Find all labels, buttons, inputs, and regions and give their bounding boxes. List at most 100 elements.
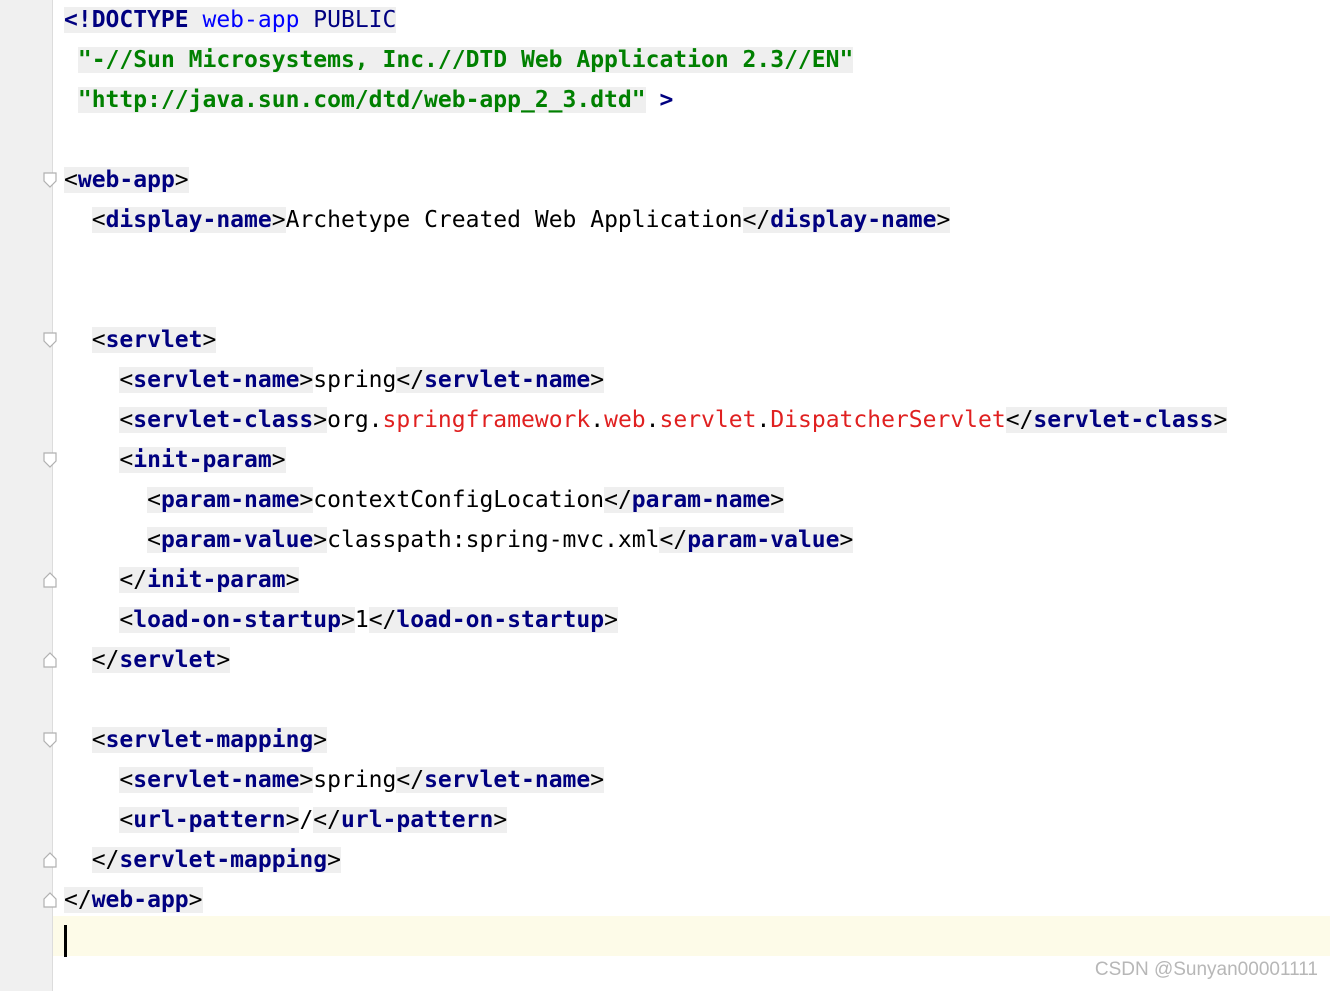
code-editor[interactable]: <!DOCTYPE web-app PUBLIC "-//Sun Microsy… [43, 0, 1330, 960]
load-on-startup-open-tag: <load-on-startup> [119, 607, 355, 633]
code-line-5[interactable]: <web-app> [43, 160, 1330, 200]
tag-name: display-name [770, 207, 937, 233]
fold-open-icon[interactable] [43, 452, 57, 468]
tag-name: display-name [105, 207, 272, 233]
code-line-4[interactable] [64, 120, 1330, 160]
fold-close-icon[interactable] [43, 652, 57, 668]
doctype-keyword: <!DOCTYPE [64, 7, 189, 33]
param-name-value: contextConfigLocation [313, 487, 605, 513]
web-app-close-tag: </web-app> [64, 887, 203, 913]
code-line-3[interactable]: "http://java.sun.com/dtd/web-app_2_3.dtd… [64, 80, 1330, 120]
tag-name: param-name [160, 487, 300, 513]
tag-name: servlet-name [424, 367, 591, 393]
tag-name: init-param [133, 447, 272, 473]
class-package-part[interactable]: springframework [383, 407, 591, 433]
tag-name: servlet-mapping [105, 727, 314, 753]
fold-close-icon[interactable] [43, 852, 57, 868]
code-line-20[interactable]: <servlet-name>spring</servlet-name> [64, 760, 1330, 800]
servlet-open-tag: <servlet> [91, 327, 217, 353]
servlet-name-close-tag: </servlet-name> [396, 767, 605, 793]
code-line-14[interactable]: <param-value>classpath:spring-mvc.xml</p… [64, 520, 1330, 560]
tag-name: param-value [160, 527, 314, 553]
fold-open-icon[interactable] [43, 332, 57, 348]
code-line-2[interactable]: "-//Sun Microsystems, Inc.//DTD Web Appl… [64, 40, 1330, 80]
servlet-name-open-tag: <servlet-name> [119, 367, 314, 393]
code-line-17[interactable]: </servlet> [43, 640, 1330, 680]
code-line-13[interactable]: <param-name>contextConfigLocation</param… [64, 480, 1330, 520]
code-line-16[interactable]: <load-on-startup>1</load-on-startup> [64, 600, 1330, 640]
tag-name: web-app [77, 167, 175, 193]
doctype-close: > [659, 87, 674, 113]
tag-name: param-value [687, 527, 840, 553]
url-pattern-close-tag: </url-pattern> [313, 807, 508, 833]
fold-open-icon[interactable] [43, 732, 57, 748]
servlet-name-value: spring [313, 367, 397, 393]
text-cursor [64, 924, 67, 957]
doctype-public-id: "-//Sun Microsystems, Inc.//DTD Web Appl… [77, 47, 854, 73]
tag-name: init-param [147, 567, 286, 593]
tag-name: load-on-startup [133, 607, 341, 633]
code-line-23[interactable]: </web-app> [43, 880, 1330, 920]
tag-name: url-pattern [341, 807, 494, 833]
param-value-close-tag: </param-value> [659, 527, 854, 553]
servlet-mapping-close-tag: </servlet-mapping> [91, 847, 341, 873]
tag-name: servlet [119, 647, 217, 673]
mapping-servlet-name-value: spring [313, 767, 397, 793]
servlet-class-open-tag: <servlet-class> [119, 407, 328, 433]
watermark: CSDN @Sunyan00001111 [1094, 959, 1318, 980]
init-param-close-tag: </init-param> [119, 567, 300, 593]
tag-name: url-pattern [133, 807, 286, 833]
tag-name: servlet-class [1033, 407, 1214, 433]
tag-name: web-app [91, 887, 189, 913]
code-line-9[interactable]: <servlet> [43, 320, 1330, 360]
code-line-22[interactable]: </servlet-mapping> [43, 840, 1330, 880]
code-line-15[interactable]: </init-param> [43, 560, 1330, 600]
display-name-close-tag: </display-name> [742, 207, 951, 233]
doctype-system-id: "http://java.sun.com/dtd/web-app_2_3.dtd… [77, 87, 646, 113]
web-app-open-tag: <web-app> [64, 167, 189, 193]
code-line-11[interactable]: <servlet-class>org.springframework.web.s… [64, 400, 1330, 440]
code-line-7[interactable] [64, 240, 1330, 280]
code-line-6[interactable]: <display-name>Archetype Created Web Appl… [64, 200, 1330, 240]
url-pattern-value: / [299, 807, 314, 833]
class-package-part: org [327, 407, 369, 433]
code-line-12[interactable]: <init-param> [43, 440, 1330, 480]
servlet-name-open-tag: <servlet-name> [119, 767, 314, 793]
fold-open-icon[interactable] [43, 172, 57, 188]
code-line-8[interactable] [64, 280, 1330, 320]
load-on-startup-value: 1 [354, 607, 369, 633]
tag-name: servlet-name [424, 767, 591, 793]
tag-name: servlet-class [133, 407, 314, 433]
class-package-part[interactable]: servlet [660, 407, 757, 433]
param-value-value: classpath:spring-mvc.xml [327, 527, 660, 553]
tag-name: load-on-startup [396, 607, 605, 633]
tag-name: param-name [631, 487, 771, 513]
url-pattern-open-tag: <url-pattern> [119, 807, 300, 833]
doctype-root-name: web-app [202, 7, 300, 33]
init-param-open-tag: <init-param> [119, 447, 286, 473]
servlet-mapping-open-tag: <servlet-mapping> [91, 727, 328, 753]
doctype-decl: <!DOCTYPE web-app PUBLIC [64, 7, 397, 33]
fold-close-icon[interactable] [43, 892, 57, 908]
display-name-value: Archetype Created Web Application [285, 207, 743, 233]
tag-name: servlet-mapping [119, 847, 328, 873]
servlet-class-close-tag: </servlet-class> [1005, 407, 1228, 433]
code-line-24[interactable] [64, 920, 1330, 960]
code-line-18[interactable] [64, 680, 1330, 720]
param-name-close-tag: </param-name> [604, 487, 785, 513]
tag-name: servlet [105, 327, 203, 353]
fold-close-icon[interactable] [43, 572, 57, 588]
servlet-close-tag: </servlet> [91, 647, 231, 673]
code-line-1[interactable]: <!DOCTYPE web-app PUBLIC [64, 0, 1330, 40]
display-name-open-tag: <display-name> [91, 207, 286, 233]
param-value-open-tag: <param-value> [147, 527, 328, 553]
code-line-21[interactable]: <url-pattern>/</url-pattern> [64, 800, 1330, 840]
editor-gutter[interactable] [0, 0, 53, 991]
load-on-startup-close-tag: </load-on-startup> [368, 607, 618, 633]
class-name-ref[interactable]: DispatcherServlet [770, 407, 1005, 433]
doctype-public-keyword: PUBLIC [313, 7, 397, 33]
class-package-part[interactable]: web [604, 407, 646, 433]
code-line-19[interactable]: <servlet-mapping> [43, 720, 1330, 760]
code-line-10[interactable]: <servlet-name>spring</servlet-name> [64, 360, 1330, 400]
tag-name: servlet-name [133, 367, 300, 393]
